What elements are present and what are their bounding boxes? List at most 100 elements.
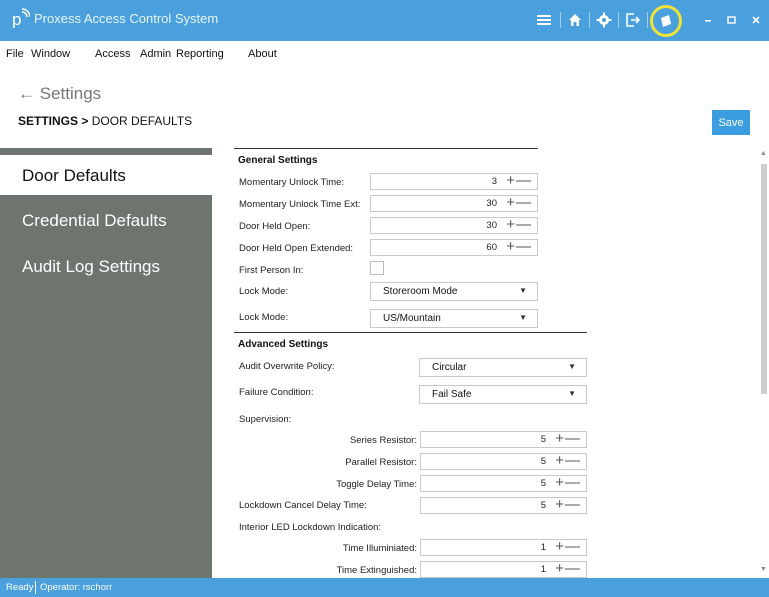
- stepper-value: 1: [540, 542, 546, 553]
- select-value: Circular: [432, 362, 467, 373]
- menu-about[interactable]: About: [248, 48, 277, 60]
- advanced-settings-title: Advanced Settings: [238, 339, 329, 350]
- sidebar-item-label: Credential Defaults: [22, 211, 167, 230]
- select-value: Storeroom Mode: [383, 286, 458, 297]
- audit-overwrite-select[interactable]: Circular ▼: [419, 358, 587, 377]
- time-illuminated-label: Time Illuminiated:: [342, 543, 417, 554]
- status-bar: Ready Operator: rschorr: [0, 578, 769, 597]
- breadcrumb-separator: >: [81, 114, 89, 128]
- back-to-settings-link[interactable]: ← Settings: [18, 84, 101, 104]
- plus-icon[interactable]: +: [506, 238, 515, 255]
- first-person-in-checkbox[interactable]: [370, 261, 384, 275]
- parallel-resistor-stepper[interactable]: 5 + —: [420, 452, 587, 470]
- plus-icon[interactable]: +: [555, 538, 564, 555]
- title-bar: p Proxess Access Control System: [0, 0, 769, 41]
- time-extinguished-stepper[interactable]: 1 + —: [420, 560, 587, 578]
- menu-admin[interactable]: Admin: [140, 48, 171, 60]
- interior-led-label: Interior LED Lockdown Indication:: [239, 522, 382, 533]
- sidebar-item-credential-defaults[interactable]: Credential Defaults: [0, 200, 212, 240]
- breadcrumb-current: DOOR DEFAULTS: [91, 114, 193, 128]
- status-divider: [35, 581, 36, 594]
- credential-card-icon[interactable]: [658, 13, 674, 29]
- status-ready: Ready: [6, 582, 34, 593]
- momentary-unlock-ext-stepper[interactable]: 30 + —: [370, 194, 538, 212]
- stepper-value: 5: [540, 478, 546, 489]
- sidebar: Door Defaults Credential Defaults Audit …: [0, 148, 212, 578]
- minus-icon[interactable]: —: [516, 194, 531, 211]
- toggle-delay-stepper[interactable]: 5 + —: [420, 474, 587, 492]
- momentary-unlock-stepper[interactable]: 3 + —: [370, 172, 538, 190]
- momentary-unlock-ext-label: Momentary Unlock Time Ext:: [239, 199, 361, 210]
- minus-icon[interactable]: —: [565, 430, 580, 447]
- momentary-unlock-label: Momentary Unlock Time:: [239, 177, 345, 188]
- timezone-lock-mode-label: Lock Mode:: [239, 312, 289, 323]
- logout-icon[interactable]: [625, 12, 641, 28]
- minus-icon[interactable]: —: [516, 172, 531, 189]
- minus-icon[interactable]: —: [565, 474, 580, 491]
- minus-icon[interactable]: —: [565, 538, 580, 555]
- toolbar-divider: [647, 12, 648, 28]
- app-logo-icon: p: [12, 8, 30, 28]
- maximize-icon[interactable]: [723, 12, 739, 28]
- status-operator: Operator: rschorr: [40, 582, 113, 593]
- window-title: Proxess Access Control System: [34, 11, 219, 26]
- menu-window[interactable]: Window: [31, 48, 70, 60]
- sidebar-item-door-defaults[interactable]: Door Defaults: [0, 155, 212, 195]
- audit-overwrite-label: Audit Overwrite Policy:: [239, 361, 335, 372]
- stepper-value: 30: [486, 198, 497, 209]
- home-icon[interactable]: [567, 12, 583, 28]
- menu-file[interactable]: File: [6, 48, 24, 60]
- lock-mode-label: Lock Mode:: [239, 286, 289, 297]
- series-resistor-stepper[interactable]: 5 + —: [420, 430, 587, 448]
- minus-icon[interactable]: —: [565, 452, 580, 469]
- stepper-value: 60: [486, 242, 497, 253]
- breadcrumb: SETTINGS > DOOR DEFAULTS: [18, 114, 192, 128]
- menu-reporting[interactable]: Reporting: [176, 48, 224, 60]
- door-held-open-ext-label: Door Held Open Extended:: [239, 243, 354, 254]
- plus-icon[interactable]: +: [506, 194, 515, 211]
- svg-text:p: p: [12, 10, 21, 28]
- plus-icon[interactable]: +: [506, 172, 515, 189]
- plus-icon[interactable]: +: [506, 216, 515, 233]
- gear-icon[interactable]: [596, 12, 612, 28]
- series-resistor-label: Series Resistor:: [349, 435, 417, 446]
- plus-icon[interactable]: +: [555, 474, 564, 491]
- scrollbar-thumb[interactable]: [761, 164, 767, 394]
- parallel-resistor-label: Parallel Resistor:: [345, 457, 417, 468]
- sidebar-item-audit-log-settings[interactable]: Audit Log Settings: [0, 246, 212, 286]
- stepper-value: 5: [540, 500, 546, 511]
- door-held-open-stepper[interactable]: 30 + —: [370, 216, 538, 234]
- minus-icon[interactable]: —: [516, 216, 531, 233]
- settings-form: General Settings Momentary Unlock Time: …: [212, 148, 757, 578]
- stepper-value: 1: [540, 564, 546, 575]
- menu-icon[interactable]: [536, 12, 552, 28]
- scroll-up-icon[interactable]: ▲: [760, 150, 767, 157]
- minus-icon[interactable]: —: [516, 238, 531, 255]
- toolbar-divider: [560, 12, 561, 28]
- plus-icon[interactable]: +: [555, 452, 564, 469]
- section-divider: [234, 332, 587, 333]
- plus-icon[interactable]: +: [555, 430, 564, 447]
- breadcrumb-root[interactable]: SETTINGS: [18, 114, 78, 128]
- minimize-icon[interactable]: [700, 12, 716, 28]
- minus-icon[interactable]: —: [565, 560, 580, 577]
- time-illuminated-stepper[interactable]: 1 + —: [420, 538, 587, 556]
- close-icon[interactable]: [748, 12, 764, 28]
- plus-icon[interactable]: +: [555, 560, 564, 577]
- minus-icon[interactable]: —: [565, 496, 580, 513]
- timezone-select[interactable]: US/Mountain ▼: [370, 309, 538, 328]
- scroll-down-icon[interactable]: ▼: [760, 566, 767, 573]
- menu-access[interactable]: Access: [95, 48, 130, 60]
- lock-mode-select[interactable]: Storeroom Mode ▼: [370, 282, 538, 301]
- chevron-down-icon: ▼: [519, 286, 527, 295]
- general-settings-title: General Settings: [238, 155, 318, 166]
- failure-condition-select[interactable]: Fail Safe ▼: [419, 385, 587, 404]
- sidebar-item-label: Audit Log Settings: [22, 257, 160, 276]
- chevron-down-icon: ▼: [568, 389, 576, 398]
- chevron-down-icon: ▼: [568, 362, 576, 371]
- plus-icon[interactable]: +: [555, 496, 564, 513]
- door-held-open-ext-stepper[interactable]: 60 + —: [370, 238, 538, 256]
- lockdown-cancel-stepper[interactable]: 5 + —: [420, 496, 587, 514]
- stepper-value: 3: [491, 176, 497, 187]
- save-button[interactable]: Save: [712, 110, 750, 135]
